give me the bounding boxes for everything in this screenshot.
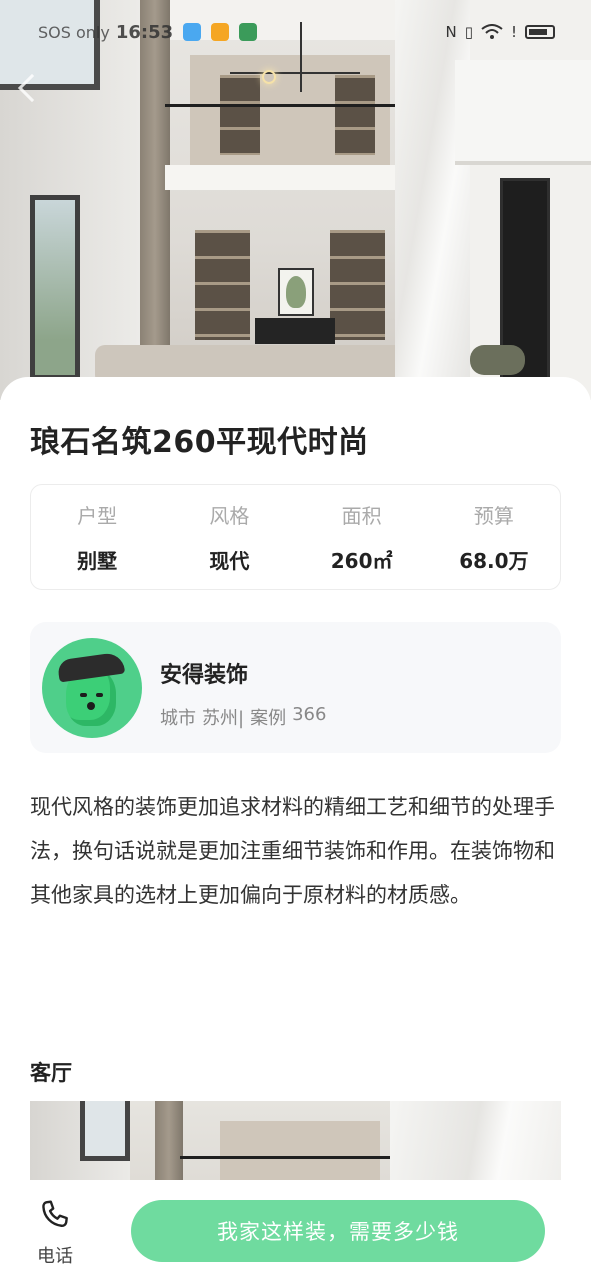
hero-shelf [195,230,250,340]
get-quote-button[interactable]: 我家这样装，需要多少钱 [131,1200,545,1262]
hero-armchair [470,345,525,375]
battery-icon [525,25,555,39]
hero-pendant-bar [230,72,360,74]
carrier-text: SOS only [38,22,110,42]
mascot-mouth [87,702,95,710]
cases-count: 366 [292,704,327,725]
clock: 16:53 [115,21,174,43]
company-meta: 城市 苏州| 案例 366 [160,704,326,730]
case-detail-card: 琅石名筑260平现代时尚 户型 别墅 风格 现代 面积 260㎡ 预算 68.0… [0,377,591,1280]
hero-shelf [330,230,385,340]
hero-shelf [335,75,375,155]
room-window [80,1101,130,1161]
spec-value: 260㎡ [330,549,393,573]
app-notification-icon [211,23,230,41]
cases-label: 案例 [250,708,287,729]
city-label: 城市 [160,708,196,729]
spec-item-style: 风格 现代 [163,485,295,589]
city-value: 苏州| [202,708,245,729]
spec-value: 现代 [209,549,250,573]
hero-ring-light [262,70,276,84]
app-notification-icon [183,23,202,41]
spec-table: 户型 别墅 风格 现代 面积 260㎡ 预算 68.0万 [30,484,561,590]
hero-mezzanine-floor [165,165,400,190]
spec-label: 预算 [473,504,514,528]
vibrate-icon: ▯ [464,23,473,41]
nfc-icon: N [445,23,457,41]
spec-item-layout: 户型 别墅 [31,485,163,589]
hero-window-lower [30,195,80,380]
spec-value: 68.0万 [459,549,529,573]
company-name: 安得装饰 [160,663,249,688]
room-railing [180,1156,410,1159]
status-bar: SOS only 16:53 N ▯ ! [0,0,591,64]
company-card[interactable]: 安得装饰 城市 苏州| 案例 366 [30,622,561,753]
hero-tv-cabinet [255,318,335,344]
spec-item-area: 面积 260㎡ [296,485,428,589]
spec-label: 风格 [209,504,250,528]
phone-button[interactable]: 电话 [22,1198,88,1268]
mascot-eye [80,693,87,697]
case-description: 现代风格的装饰更加追求材料的精细工艺和细节的处理手法，换句话说就是更加注重细节装… [30,795,555,907]
spec-label: 面积 [341,504,382,528]
alert-icon: ! [510,23,517,41]
mascot-cap [56,651,126,683]
spec-item-budget: 预算 68.0万 [428,485,560,589]
app-notification-icon [239,23,258,41]
hero-right-ceiling [455,60,591,165]
mascot-eye [96,693,103,697]
case-title: 琅石名筑260平现代时尚 [30,425,369,460]
wifi-icon [481,24,503,39]
spec-value: 别墅 [77,549,118,573]
phone-label: 电话 [37,1246,73,1267]
hero-shelf [220,75,260,155]
hero-plant [286,276,306,308]
hero-railing [165,104,395,107]
phone-icon [42,1200,68,1227]
bottom-action-bar: 电话 我家这样装，需要多少钱 [0,1180,591,1280]
spec-label: 户型 [77,504,118,528]
company-avatar[interactable] [42,638,142,738]
section-title-living-room: 客厅 [30,1061,72,1085]
